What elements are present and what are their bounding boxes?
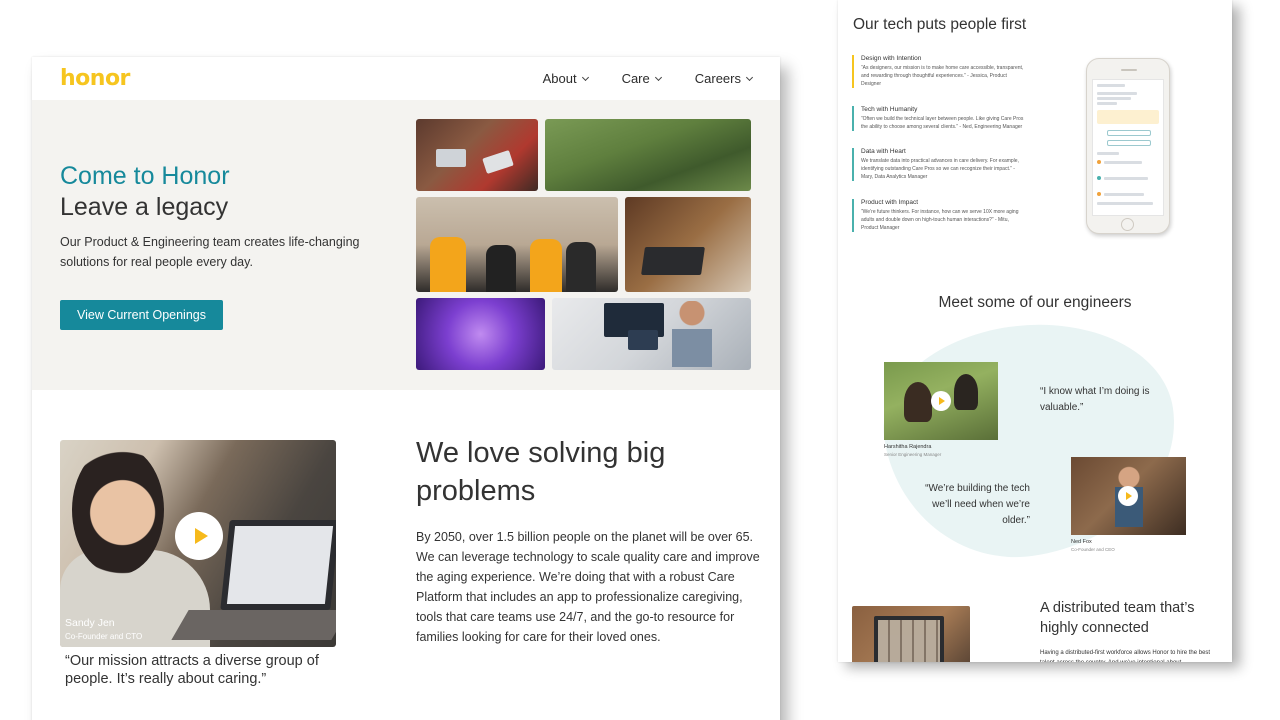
careers-page-right: Our tech puts people first Design with I… xyxy=(838,0,1232,662)
nav-item-about[interactable]: About xyxy=(542,71,589,86)
play-icon xyxy=(939,397,945,405)
engineer-name: Harshitha Rajendra xyxy=(884,444,932,450)
principle-name: Product with Impact xyxy=(861,199,919,206)
chevron-down-icon xyxy=(581,73,589,81)
nav-menu: About Care Careers xyxy=(509,71,754,86)
engineer-role: Co-Founder and CEO xyxy=(1071,547,1115,552)
top-nav: honor About Care Careers xyxy=(32,57,780,100)
team-photo-group xyxy=(416,197,618,292)
principle-tech: Tech with Humanity “Often we build the t… xyxy=(852,106,1027,131)
team-photo-mirror-room xyxy=(416,298,545,370)
honor-logo[interactable]: honor xyxy=(60,66,130,91)
engineer-video-ned[interactable] xyxy=(1071,457,1186,535)
principle-data: Data with Heart We translate data into p… xyxy=(852,148,1027,181)
section-body: By 2050, over 1.5 billion people on the … xyxy=(416,530,760,644)
play-icon xyxy=(1126,492,1132,500)
chevron-down-icon xyxy=(745,73,754,81)
principle-name: Data with Heart xyxy=(861,148,906,155)
principle-text: “Often we build the technical layer betw… xyxy=(861,116,1024,130)
screenshot-canvas: honor About Care Careers Come to Honor L… xyxy=(0,0,1280,720)
principle-product: Product with Impact “We’re future thinke… xyxy=(852,199,1027,232)
principle-name: Tech with Humanity xyxy=(861,106,918,113)
phone-screen xyxy=(1092,79,1164,216)
play-button[interactable] xyxy=(931,391,951,411)
hero-title-secondary: Leave a legacy xyxy=(60,193,229,221)
principle-text: We translate data into practical advance… xyxy=(861,158,1019,180)
team-photo-laptops xyxy=(416,119,538,191)
distributed-heading: A distributed team that’s highly connect… xyxy=(1040,600,1195,636)
team-photo-picnic xyxy=(545,119,751,191)
chevron-down-icon xyxy=(654,73,662,81)
distributed-body: Having a distributed-first workforce all… xyxy=(1040,650,1211,662)
principle-text: “We’re future thinkers. For instance, ho… xyxy=(861,209,1019,231)
engineer-quote: “We’re building the tech we’ll need when… xyxy=(925,483,1030,526)
engineer-name: Ned Fox xyxy=(1071,539,1092,545)
nav-item-careers[interactable]: Careers xyxy=(694,71,754,86)
distributed-team-photo xyxy=(852,606,970,662)
nav-item-care[interactable]: Care xyxy=(621,71,662,86)
play-button[interactable] xyxy=(175,512,223,560)
hero-title-primary: Come to Honor xyxy=(60,162,230,190)
play-icon xyxy=(194,528,208,544)
team-photo-video-call xyxy=(625,197,751,292)
play-button[interactable] xyxy=(1118,486,1138,506)
hero-subtitle: Our Product & Engineering team creates l… xyxy=(60,235,360,269)
founder-quote: “Our mission attracts a diverse group of… xyxy=(65,653,319,687)
hero-section: Come to Honor Leave a legacy Our Product… xyxy=(32,100,780,390)
founder-video[interactable]: Sandy Jen Co-Founder and CTO xyxy=(60,440,336,647)
nav-item-label: About xyxy=(542,71,577,86)
engineer-role: Senior Engineering Manager xyxy=(884,452,942,457)
tech-section-title: Our tech puts people first xyxy=(853,16,1027,33)
nav-item-label: Care xyxy=(621,71,650,86)
video-person-role: Co-Founder and CTO xyxy=(65,632,143,641)
careers-page-left: honor About Care Careers Come to Honor L… xyxy=(32,57,780,720)
engineers-heading: Meet some of our engineers xyxy=(938,294,1132,311)
video-person-name: Sandy Jen xyxy=(65,617,115,629)
team-photo-desk xyxy=(552,298,751,370)
engineer-video-harshitha[interactable] xyxy=(884,362,998,440)
principle-name: Design with Intention xyxy=(861,55,922,62)
principle-design: Design with Intention “As designers, our… xyxy=(852,55,1027,88)
nav-item-label: Careers xyxy=(694,71,741,86)
principle-text: “As designers, our mission is to make ho… xyxy=(861,65,1024,87)
phone-mockup xyxy=(1086,58,1170,234)
view-openings-button[interactable]: View Current Openings xyxy=(60,300,223,330)
engineer-quote: “I know what I’m doing is valuable.” xyxy=(1040,386,1150,413)
section-heading: We love solving big problems xyxy=(416,437,666,507)
